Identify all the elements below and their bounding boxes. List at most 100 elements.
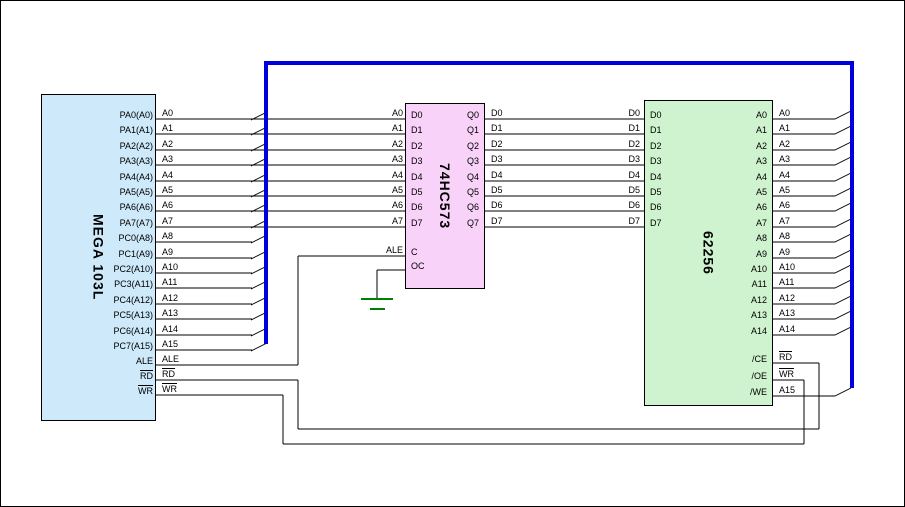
wire-label: D2	[590, 139, 640, 149]
wire-label: A4	[162, 170, 173, 180]
bus-entry	[835, 234, 851, 242]
pin-label: C	[411, 247, 418, 257]
wire-label: D7	[491, 216, 503, 226]
bus-entry	[835, 173, 851, 181]
pin-label: A3	[691, 156, 767, 166]
wire-label: A7	[162, 216, 173, 226]
wire-label: A2	[353, 139, 403, 149]
wire-label: D1	[590, 123, 640, 133]
wire-label: A12	[779, 293, 795, 303]
bus-entry	[835, 203, 851, 211]
wire-label: A2	[162, 139, 173, 149]
pin-label: OC	[411, 261, 425, 271]
pin-label: PC7(A15)	[41, 341, 153, 351]
pin-label: D5	[650, 187, 662, 197]
bus-entry	[835, 265, 851, 273]
pin-label: PC6(A14)	[41, 326, 153, 336]
wire-label: D6	[590, 200, 640, 210]
bus-entry	[835, 219, 851, 227]
pin-label: PC2(A10)	[41, 264, 153, 274]
wire-label: A0	[162, 108, 173, 118]
pin-label: Q0	[411, 110, 479, 120]
bus-entry	[835, 126, 851, 134]
wire-label: A15	[779, 385, 795, 395]
wire-label: A5	[162, 185, 173, 195]
wire-label: A13	[779, 308, 795, 318]
wire-label: ALE	[353, 245, 403, 255]
bus-entry	[835, 388, 851, 396]
pin-label: PA1(A1)	[41, 125, 153, 135]
wire-label: D4	[590, 170, 640, 180]
pin-label: PA0(A0)	[41, 110, 153, 120]
pin-label: PA3(A3)	[41, 156, 153, 166]
pin-label: D1	[650, 125, 662, 135]
wire-label: A8	[779, 231, 790, 241]
wire-label: D7	[590, 216, 640, 226]
pin-label: Q7	[411, 218, 479, 228]
wire-label: A3	[162, 154, 173, 164]
wire-label: D3	[590, 154, 640, 164]
wire-label: A10	[162, 262, 178, 272]
wire-label: A3	[353, 154, 403, 164]
wire-label: A4	[353, 170, 403, 180]
pin-label: A5	[691, 187, 767, 197]
pin-label: D6	[650, 202, 662, 212]
wire-label: A9	[779, 247, 790, 257]
wire-label: A8	[162, 231, 173, 241]
wire-label: A7	[779, 216, 790, 226]
pin-label: RD	[41, 371, 153, 381]
wire-label: A4	[779, 170, 790, 180]
pin-label: A1	[691, 125, 767, 135]
pin-label: PA4(A4)	[41, 172, 153, 182]
wire-label: A6	[353, 200, 403, 210]
wire-label: A15	[162, 339, 178, 349]
wire-label: D0	[491, 108, 503, 118]
pin-label: D2	[650, 141, 662, 151]
pin-label: A4	[691, 172, 767, 182]
pin-label: Q5	[411, 187, 479, 197]
bus-entry	[835, 311, 851, 319]
wire-label: D0	[590, 108, 640, 118]
pin-label: A2	[691, 141, 767, 151]
bus-entry	[835, 327, 851, 335]
pin-label: D4	[650, 172, 662, 182]
wire-label: D6	[491, 200, 503, 210]
bus-entry	[835, 250, 851, 258]
wire-label: A6	[162, 200, 173, 210]
wire-label: A11	[162, 277, 177, 287]
pin-label: PA5(A5)	[41, 187, 153, 197]
pin-label: A9	[691, 249, 767, 259]
wire-label: A0	[779, 108, 790, 118]
pin-label: PA6(A6)	[41, 202, 153, 212]
pin-label: PA2(A2)	[41, 141, 153, 151]
pin-label: A6	[691, 202, 767, 212]
pin-label: PC1(A9)	[41, 249, 153, 259]
wire-label: D3	[491, 154, 503, 164]
wire-label: ALE	[162, 354, 179, 364]
pin-label: Q2	[411, 141, 479, 151]
wire-label: A14	[162, 324, 178, 334]
pin-label: /OE	[691, 371, 767, 381]
pin-label: A8	[691, 233, 767, 243]
wire-label: D5	[491, 185, 503, 195]
pin-label: /CE	[691, 354, 767, 364]
pin-label: A13	[691, 310, 767, 320]
bus-entry	[835, 157, 851, 165]
pin-label: Q3	[411, 156, 479, 166]
pin-label: ALE	[41, 356, 153, 366]
pin-label: PC3(A11)	[41, 279, 153, 289]
wire-label: A10	[779, 262, 795, 272]
wire-label: A11	[779, 277, 794, 287]
pin-label: PC5(A13)	[41, 310, 153, 320]
pin-label: A12	[691, 295, 767, 305]
bus-entry	[835, 111, 851, 119]
pin-label: D7	[650, 218, 662, 228]
pin-label: PC0(A8)	[41, 233, 153, 243]
wire-label: D1	[491, 123, 503, 133]
wire-label: WR	[162, 384, 177, 394]
pin-label: WR	[41, 386, 153, 396]
wire-label: A1	[779, 123, 790, 133]
bus-entry	[835, 296, 851, 304]
wire-label: A5	[779, 185, 790, 195]
pin-label: A14	[691, 326, 767, 336]
